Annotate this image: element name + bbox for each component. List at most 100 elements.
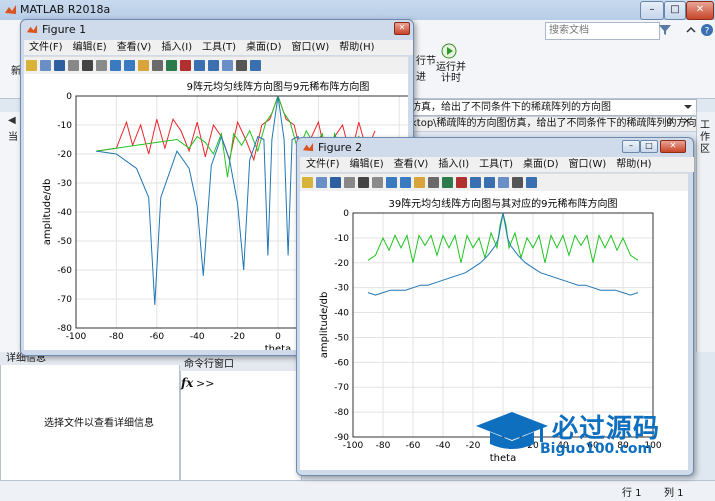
y-tick-label: -10 (57, 121, 72, 131)
toolbar-icon[interactable] (498, 177, 509, 188)
command-prompt[interactable]: >> (196, 377, 214, 390)
toolbar-icon[interactable] (110, 60, 121, 71)
x-tick-label: -80 (109, 332, 124, 342)
toolbar-icon[interactable] (166, 60, 177, 71)
toolbar-icon[interactable] (316, 177, 327, 188)
toolbar-icon[interactable] (344, 177, 355, 188)
toolbar-icon[interactable] (428, 177, 439, 188)
advance-label[interactable]: 进 (416, 68, 426, 83)
minimize-button[interactable]: – (640, 1, 664, 20)
x-tick-label: 0 (275, 332, 281, 342)
toolbar-icon[interactable] (442, 177, 453, 188)
toolbar-icon[interactable] (54, 60, 65, 71)
svg-text:?: ? (705, 27, 710, 37)
close-button[interactable]: ✕ (686, 1, 714, 20)
y-tick-label: -60 (57, 266, 72, 276)
workspace-tab-label[interactable]: 工作区 (698, 120, 712, 156)
chart-title: 9阵元均匀线阵方向图与9元稀布阵方向图 (187, 80, 370, 93)
menu-tools[interactable]: 工具(T) (479, 157, 513, 172)
menu-desktop[interactable]: 桌面(D) (246, 40, 282, 55)
toolbar-icon[interactable] (152, 60, 163, 71)
command-window-header: 命令行窗口 (180, 358, 304, 371)
toolbar-icon[interactable] (386, 177, 397, 188)
toolbar-icon[interactable] (82, 60, 93, 71)
y-tick-label: -70 (334, 383, 349, 393)
toolbar-icon[interactable] (358, 177, 369, 188)
figure-2-maximize-button[interactable]: □ (640, 140, 658, 153)
figure-1-close-button[interactable]: ✕ (394, 22, 410, 35)
toolbar-icon[interactable] (512, 177, 523, 188)
toolbar-icon[interactable] (456, 177, 467, 188)
x-axis-label: theta (490, 453, 516, 464)
y-tick-label: -50 (57, 237, 72, 247)
figure-2-title: Figure 2 (318, 141, 363, 154)
menu-window[interactable]: 窗口(W) (292, 40, 330, 55)
toolbar-icon[interactable] (68, 60, 79, 71)
toolbar-icon[interactable] (138, 60, 149, 71)
y-axis-label: amplitude/db (42, 179, 53, 246)
toolbar-icon[interactable] (96, 60, 107, 71)
current-folder-panel (0, 112, 22, 352)
menu-tools[interactable]: 工具(T) (202, 40, 236, 55)
run-and-time-label[interactable]: 运行并 计时 (436, 62, 466, 84)
expand-icon[interactable] (684, 23, 698, 37)
menu-insert[interactable]: 插入(I) (438, 157, 469, 172)
toolbar-icon[interactable] (236, 60, 247, 71)
figure-2-minimize-button[interactable]: – (622, 140, 640, 153)
y-tick-label: -10 (334, 234, 349, 244)
y-tick-label: -80 (334, 408, 349, 418)
y-tick-label: -30 (334, 284, 349, 294)
toolbar-icon[interactable] (194, 60, 205, 71)
toolbar-icon[interactable] (302, 177, 313, 188)
menu-file[interactable]: 文件(F) (306, 157, 340, 172)
menu-edit[interactable]: 编辑(E) (73, 40, 107, 55)
menu-view[interactable]: 查看(V) (394, 157, 429, 172)
x-tick-label: -60 (149, 332, 164, 342)
figure-2-toolbar (300, 173, 688, 192)
figure-2-close-button[interactable]: ✕ (660, 140, 686, 153)
menu-desktop[interactable]: 桌面(D) (523, 157, 559, 172)
toolbar-icon[interactable] (372, 177, 383, 188)
editor-close-icon[interactable]: ✕ (683, 117, 691, 127)
menu-help[interactable]: 帮助(H) (339, 40, 374, 55)
x-tick-label: -20 (230, 332, 245, 342)
toolbar-icon[interactable] (124, 60, 135, 71)
y-tick-label: -40 (334, 309, 349, 319)
menu-edit[interactable]: 编辑(E) (350, 157, 384, 172)
chevron-down-icon[interactable] (683, 102, 693, 112)
toolbar-icon[interactable] (400, 177, 411, 188)
toolbar-icon[interactable] (222, 60, 233, 71)
help-icon[interactable]: ? (700, 23, 714, 37)
menu-help[interactable]: 帮助(H) (616, 157, 651, 172)
current-folder-tab-label[interactable]: 当 (8, 128, 18, 143)
toolbar-icon[interactable] (250, 60, 261, 71)
toolbar-icon[interactable] (414, 177, 425, 188)
current-folder-nav-icon[interactable]: ◀ (8, 115, 16, 126)
editor-tab[interactable]: ktop\稀疏阵的方向图仿真，给出了不同条件下的稀疏阵列的方向... (410, 116, 697, 132)
path-bar[interactable]: 仿真，给出了不同条件下的稀疏阵列的方向图 (410, 99, 697, 116)
toolbar-icon[interactable] (40, 60, 51, 71)
toolbar-icon[interactable] (330, 177, 341, 188)
maximize-button[interactable]: □ (664, 1, 686, 20)
toolbar-icon[interactable] (526, 177, 537, 188)
toolbar-icon[interactable] (208, 60, 219, 71)
x-tick-label: -40 (190, 332, 205, 342)
menu-insert[interactable]: 插入(I) (161, 40, 192, 55)
fx-icon[interactable]: fx (181, 376, 193, 390)
y-tick-label: -40 (57, 208, 72, 218)
search-input[interactable]: 搜索文档 (545, 22, 660, 40)
funnel-icon[interactable] (658, 23, 672, 37)
run-section-label[interactable]: 行节 (416, 52, 436, 67)
watermark-text: 必过源码 (552, 414, 661, 444)
toolbar-icon[interactable] (180, 60, 191, 71)
toolbar-icon[interactable] (470, 177, 481, 188)
figure-1-toolbar (24, 56, 408, 75)
toolbar-icon[interactable] (484, 177, 495, 188)
menu-file[interactable]: 文件(F) (29, 40, 63, 55)
toolbar-icon[interactable] (26, 60, 37, 71)
status-bar (0, 480, 715, 501)
editor-options-icon[interactable]: ⊙ (666, 117, 674, 127)
menu-view[interactable]: 查看(V) (117, 40, 152, 55)
run-time-icon[interactable] (441, 43, 457, 59)
menu-window[interactable]: 窗口(W) (569, 157, 607, 172)
